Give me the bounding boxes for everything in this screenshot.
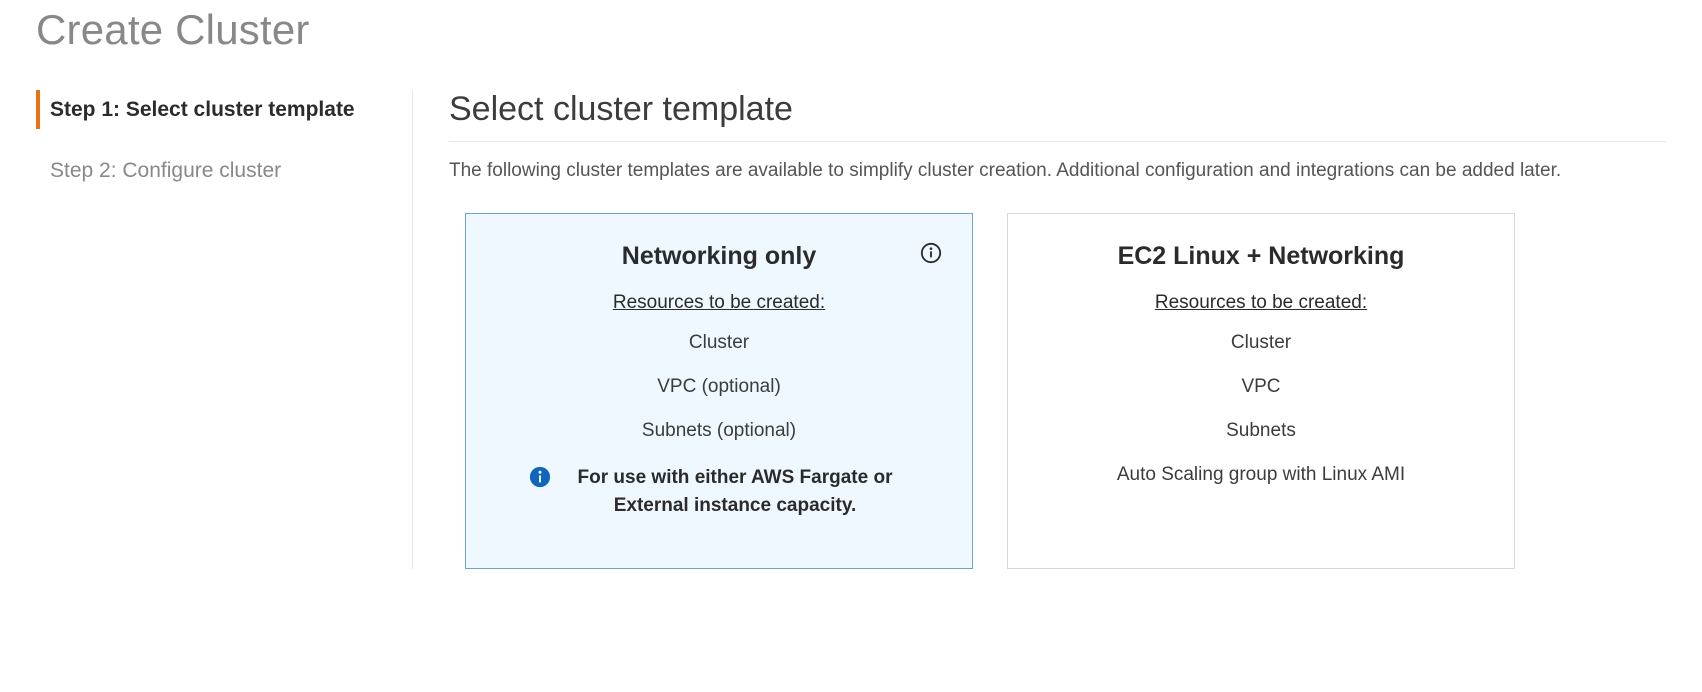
template-card-networking-only[interactable]: Networking only Resources to be created:… — [465, 213, 973, 569]
resource-item: VPC — [1038, 376, 1484, 398]
section-title: Select cluster template — [449, 90, 1666, 142]
resource-item: Subnets (optional) — [496, 420, 942, 442]
template-card-note: For use with either AWS Fargate or Exter… — [529, 464, 909, 519]
template-card-title: Networking only — [496, 240, 942, 274]
info-icon[interactable] — [920, 242, 942, 264]
resources-label: Resources to be created: — [1038, 292, 1484, 314]
resources-label: Resources to be created: — [496, 292, 942, 314]
template-card-note-text: For use with either AWS Fargate or Exter… — [561, 464, 909, 519]
template-card-title: EC2 Linux + Networking — [1038, 240, 1484, 274]
template-card-ec2-linux-networking[interactable]: EC2 Linux + Networking Resources to be c… — [1007, 213, 1515, 569]
resource-item: VPC (optional) — [496, 376, 942, 398]
wizard-steps: Step 1: Select cluster template Step 2: … — [36, 90, 413, 569]
wizard-step-2[interactable]: Step 2: Configure cluster — [36, 151, 394, 190]
page-title: Create Cluster — [36, 6, 1666, 54]
main-content: Select cluster template The following cl… — [449, 90, 1666, 569]
resource-item: Subnets — [1038, 420, 1484, 442]
wizard-step-1[interactable]: Step 1: Select cluster template — [36, 90, 394, 129]
resource-item: Cluster — [1038, 332, 1484, 354]
section-description: The following cluster templates are avai… — [449, 156, 1666, 185]
resource-item: Auto Scaling group with Linux AMI — [1038, 464, 1484, 486]
info-icon — [529, 466, 551, 488]
template-cards: Networking only Resources to be created:… — [449, 213, 1666, 569]
resource-item: Cluster — [496, 332, 942, 354]
